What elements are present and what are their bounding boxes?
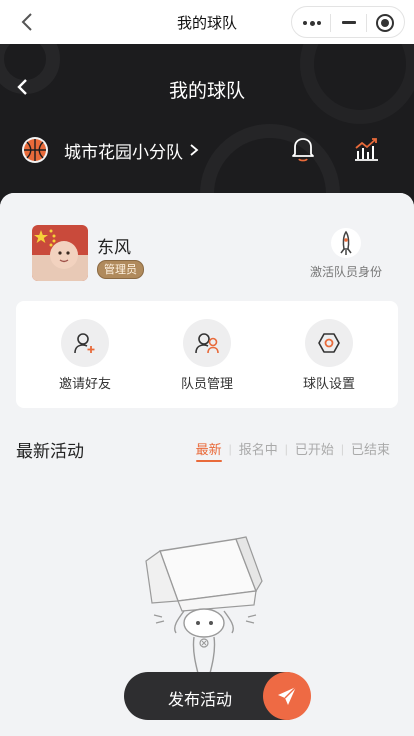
empty-state-illustration xyxy=(145,536,263,681)
member-manage-button[interactable]: 队员管理 xyxy=(152,319,262,399)
stats-chart-icon[interactable] xyxy=(352,135,380,163)
user-name: 东风 xyxy=(97,238,131,257)
team-name: 城市花园小分队 xyxy=(64,142,183,162)
send-button[interactable] xyxy=(263,672,311,720)
tab-ended[interactable]: 已结束 xyxy=(351,439,390,462)
more-icon[interactable] xyxy=(303,20,321,26)
invite-friend-label: 邀请好友 xyxy=(58,376,111,391)
team-settings-label: 球队设置 xyxy=(302,376,355,391)
basketball-icon xyxy=(22,137,48,163)
page-title: 我的球队 xyxy=(168,81,245,102)
chevron-right-icon xyxy=(190,144,199,156)
minimize-icon[interactable] xyxy=(342,21,356,24)
bell-icon[interactable] xyxy=(289,134,317,164)
member-manage-label: 队员管理 xyxy=(180,376,233,391)
add-user-icon xyxy=(74,333,95,354)
capsule-menu xyxy=(291,6,405,38)
system-nav-bar: 我的球队 xyxy=(0,0,414,44)
activities-header: 最新活动 最新 | 报名中 | 已开始 | 已结束 xyxy=(16,437,398,463)
avatar[interactable] xyxy=(32,225,88,281)
close-target-icon[interactable] xyxy=(376,14,394,32)
rocket-icon[interactable] xyxy=(331,228,361,258)
tab-registering[interactable]: 报名中 xyxy=(239,439,278,462)
team-selector[interactable]: 城市花园小分队 xyxy=(20,134,201,166)
activities-title: 最新活动 xyxy=(16,442,84,461)
team-content-card: 东风 管理员 激活队员身份 邀请好友 队员管理 球队设置 最新活动 最新 | 报… xyxy=(0,193,414,736)
role-badge: 管理员 xyxy=(97,260,144,279)
publish-label: 发布活动 xyxy=(168,692,233,709)
user-manage-icon xyxy=(195,333,219,354)
settings-hexagon-icon xyxy=(318,333,340,353)
publish-activity-button[interactable]: 发布活动 xyxy=(124,672,311,720)
activate-member-label[interactable]: 激活队员身份 xyxy=(300,263,392,280)
activity-tabs: 最新 | 报名中 | 已开始 | 已结束 xyxy=(195,439,390,462)
tab-latest[interactable]: 最新 xyxy=(195,439,222,462)
action-panel: 邀请好友 队员管理 球队设置 xyxy=(16,301,398,408)
tab-started[interactable]: 已开始 xyxy=(295,439,334,462)
paper-plane-icon xyxy=(278,686,297,705)
team-header: 我的球队 城市花园小分队 xyxy=(0,44,414,214)
team-settings-button[interactable]: 球队设置 xyxy=(274,319,384,399)
invite-friend-button[interactable]: 邀请好友 xyxy=(30,319,140,399)
